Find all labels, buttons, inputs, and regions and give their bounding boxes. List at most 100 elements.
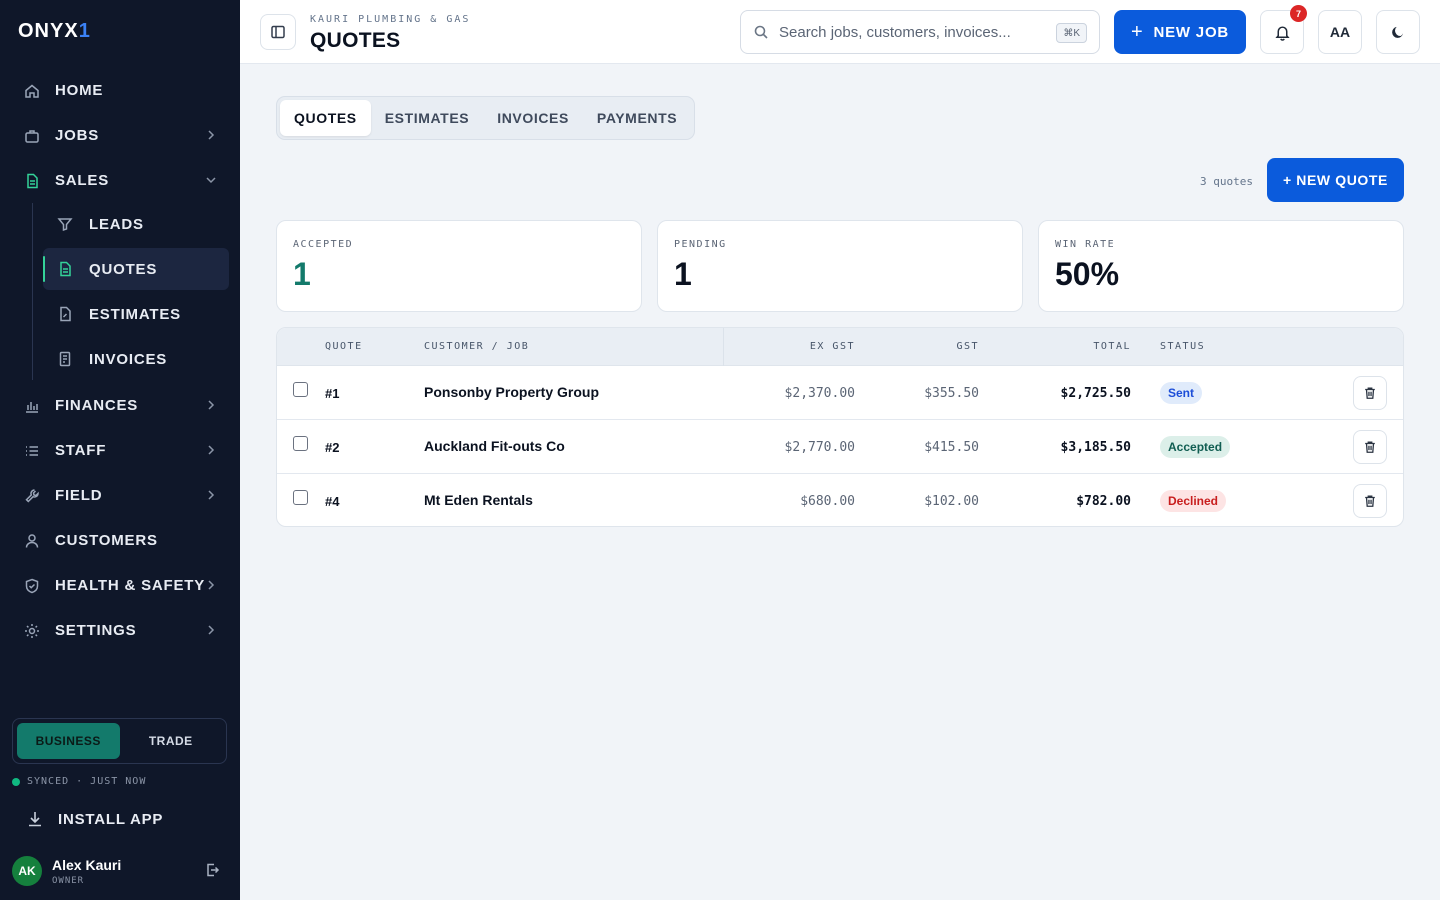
sidebar-item-quotes[interactable]: QUOTES <box>43 248 229 290</box>
sidebar: ONYX1 HOME JOBS SALES LEADS QUOTES ESTIM… <box>0 0 240 900</box>
sidebar-item-home[interactable]: HOME <box>0 68 240 113</box>
theme-toggle-button[interactable] <box>1376 10 1420 54</box>
sidebar-toggle-button[interactable] <box>260 14 296 50</box>
install-app-button[interactable]: INSTALL APP <box>26 810 163 828</box>
search-input[interactable] <box>779 23 1049 41</box>
plus-icon: + <box>1130 20 1144 43</box>
logout-icon[interactable] <box>204 862 220 878</box>
new-job-button[interactable]: + NEW JOB <box>1114 10 1246 54</box>
sync-status: SYNCED · JUST NOW <box>12 776 146 787</box>
trash-icon <box>1365 387 1375 399</box>
column-header-quote[interactable]: QUOTE <box>325 341 363 352</box>
stat-value: 1 <box>293 256 311 292</box>
customer-name[interactable]: Auckland Fit-outs Co <box>424 438 565 454</box>
customer-name[interactable]: Ponsonby Property Group <box>424 384 599 400</box>
sidebar-item-label: SALES <box>55 172 110 189</box>
install-app-label: INSTALL APP <box>58 810 164 828</box>
stat-card-pending: PENDING 1 <box>657 220 1023 312</box>
table-row[interactable]: #4 Mt Eden Rentals $680.00 $102.00 $782.… <box>277 474 1403 526</box>
status-badge: Declined <box>1160 490 1227 512</box>
user-role: OWNER <box>52 875 85 886</box>
sidebar-item-label: ESTIMATES <box>89 305 181 323</box>
delete-button[interactable] <box>1353 376 1387 410</box>
new-quote-button[interactable]: + NEW QUOTE <box>1267 158 1404 202</box>
home-icon <box>24 83 40 99</box>
chevron-right-icon <box>208 400 215 410</box>
chevron-right-icon <box>208 130 215 140</box>
quote-number[interactable]: #1 <box>325 386 339 401</box>
ex-gst-amount: $2,370.00 <box>784 386 855 401</box>
search-box: ⌘K <box>740 10 1100 54</box>
stat-label: PENDING <box>674 239 727 250</box>
sales-submenu: LEADS QUOTES ESTIMATES INVOICES <box>32 203 240 380</box>
brand-logo[interactable]: ONYX1 <box>18 20 91 43</box>
user-profile: AK Alex Kauri OWNER <box>12 855 228 887</box>
sidebar-item-customers[interactable]: CUSTOMERS <box>0 518 240 563</box>
mode-trade-button[interactable]: TRADE <box>120 723 223 759</box>
sidebar-panel-icon <box>271 25 285 39</box>
shield-icon <box>24 578 40 594</box>
gst-amount: $415.50 <box>924 440 979 455</box>
total-amount: $782.00 <box>1076 494 1131 509</box>
quote-number[interactable]: #4 <box>325 494 339 509</box>
status-badge: Sent <box>1160 382 1203 404</box>
tab-payments[interactable]: PAYMENTS <box>583 100 691 136</box>
font-size-button[interactable]: AA <box>1318 10 1362 54</box>
quote-number[interactable]: #2 <box>325 440 339 455</box>
customer-name[interactable]: Mt Eden Rentals <box>424 492 533 508</box>
chevron-down-icon <box>206 177 216 184</box>
tab-invoices[interactable]: INVOICES <box>483 100 583 136</box>
bell-icon <box>1274 25 1290 41</box>
sidebar-item-health-safety[interactable]: HEALTH & SAFETY <box>0 563 240 608</box>
gst-amount: $102.00 <box>924 494 979 509</box>
column-header-status[interactable]: STATUS <box>1160 341 1205 352</box>
mode-business-button[interactable]: BUSINESS <box>17 723 120 759</box>
stat-value: 50% <box>1055 256 1120 292</box>
column-header-total[interactable]: TOTAL <box>1093 341 1131 352</box>
delete-button[interactable] <box>1353 430 1387 464</box>
sidebar-item-settings[interactable]: SETTINGS <box>0 608 240 653</box>
user-icon <box>24 533 40 549</box>
sidebar-item-label: QUOTES <box>89 260 158 278</box>
sidebar-item-label: INVOICES <box>89 350 168 368</box>
sidebar-item-field[interactable]: FIELD <box>0 473 240 518</box>
sidebar-item-label: FIELD <box>55 487 103 504</box>
status-badge: Accepted <box>1160 436 1231 458</box>
sidebar-item-finances[interactable]: FINANCES <box>0 383 240 428</box>
notifications-button[interactable]: 7 <box>1260 5 1307 54</box>
column-header-gst[interactable]: GST <box>956 341 979 352</box>
calculator-icon <box>57 306 73 322</box>
font-size-label: AA <box>1329 24 1351 40</box>
sidebar-item-label: JOBS <box>55 127 100 144</box>
breadcrumb: KAURI PLUMBING & GAS <box>310 14 471 25</box>
download-icon <box>29 812 41 827</box>
search-shortcut: ⌘K <box>1056 23 1087 43</box>
row-checkbox[interactable] <box>293 382 308 397</box>
row-checkbox[interactable] <box>293 490 308 505</box>
quotes-table: QUOTE CUSTOMER / JOB EX GST GST TOTAL ST… <box>276 327 1404 527</box>
table-row[interactable]: #2 Auckland Fit-outs Co $2,770.00 $415.5… <box>277 420 1403 474</box>
table-row[interactable]: #1 Ponsonby Property Group $2,370.00 $35… <box>277 366 1403 420</box>
chevron-right-icon <box>208 445 215 455</box>
avatar[interactable]: AK <box>12 856 42 886</box>
sidebar-item-estimates[interactable]: ESTIMATES <box>43 293 229 335</box>
sidebar-item-sales[interactable]: SALES <box>0 158 240 203</box>
quote-count: 3 quotes <box>1200 175 1253 188</box>
briefcase-icon <box>24 128 40 144</box>
column-header-customer[interactable]: CUSTOMER / JOB <box>424 341 529 352</box>
mode-toggle: BUSINESS TRADE <box>12 718 227 764</box>
notification-badge: 7 <box>1290 5 1307 22</box>
stat-label: WIN RATE <box>1055 239 1116 250</box>
document-icon <box>24 173 40 189</box>
row-checkbox[interactable] <box>293 436 308 451</box>
sidebar-item-leads[interactable]: LEADS <box>43 203 229 245</box>
tab-estimates[interactable]: ESTIMATES <box>371 100 483 136</box>
tab-quotes[interactable]: QUOTES <box>280 100 371 136</box>
column-header-ex-gst[interactable]: EX GST <box>810 341 855 352</box>
sidebar-item-staff[interactable]: STAFF <box>0 428 240 473</box>
sidebar-item-jobs[interactable]: JOBS <box>0 113 240 158</box>
table-header: QUOTE CUSTOMER / JOB EX GST GST TOTAL ST… <box>277 328 1403 366</box>
delete-button[interactable] <box>1353 484 1387 518</box>
chevron-right-icon <box>208 490 215 500</box>
sidebar-item-invoices[interactable]: INVOICES <box>43 338 229 380</box>
